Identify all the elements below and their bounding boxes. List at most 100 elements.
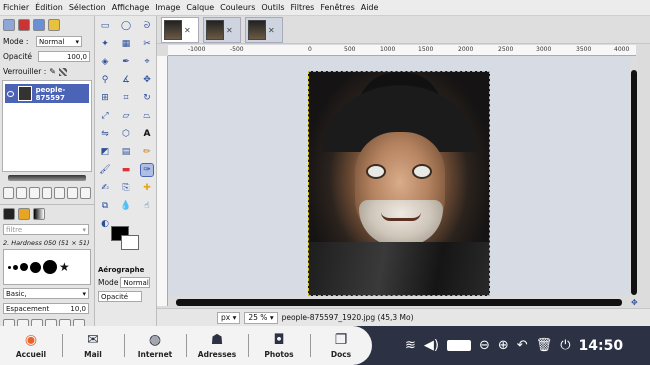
new-layer-icon[interactable] [3, 187, 14, 199]
dock-docs[interactable]: ❐ Docs [310, 326, 372, 365]
lasso-icon[interactable]: ᘐ [141, 20, 153, 32]
lock-pixels-icon[interactable]: ✎ [49, 67, 56, 76]
brush-swatch[interactable] [43, 260, 57, 274]
brush-swatch[interactable] [30, 261, 41, 273]
undo-tab-icon[interactable] [48, 19, 60, 31]
ink-icon[interactable]: ✍ [99, 182, 111, 194]
layer-opacity-field[interactable]: 100,0 [38, 51, 90, 62]
image-tab-1[interactable]: ✕ [161, 17, 199, 43]
select-by-color-icon[interactable]: ▦ [120, 38, 132, 50]
color-picker-icon[interactable]: ⌖ [141, 56, 153, 68]
dodge-icon[interactable]: ◐ [99, 218, 111, 230]
star-brush-icon[interactable]: ★ [59, 260, 70, 274]
background-color[interactable] [121, 235, 139, 250]
heal-icon[interactable]: ✚ [141, 182, 153, 194]
zoom-icon[interactable]: ⚲ [99, 74, 111, 86]
horizontal-ruler[interactable]: -1000 -500 0 500 1000 1500 2000 2500 300… [168, 45, 636, 56]
menu-image[interactable]: Image [155, 3, 180, 12]
zoom-out-icon[interactable]: ⊖ [479, 338, 490, 353]
layer-scrollbar[interactable] [8, 175, 86, 181]
text-tool-icon[interactable]: A [141, 128, 153, 140]
volume-icon[interactable]: ◀) [424, 338, 439, 353]
channels-tab-icon[interactable] [18, 19, 30, 31]
menu-fenetres[interactable]: Fenêtres [320, 3, 354, 12]
perspective-icon[interactable]: ⏢ [141, 110, 153, 122]
foreground-select-icon[interactable]: ◈ [99, 56, 111, 68]
brush-swatch[interactable] [20, 263, 28, 271]
close-icon[interactable]: ✕ [226, 26, 233, 35]
paths-icon[interactable]: ✒ [120, 56, 132, 68]
menu-calque[interactable]: Calque [186, 3, 214, 12]
menu-outils[interactable]: Outils [261, 3, 284, 12]
eraser-icon[interactable]: ▬ [120, 164, 132, 176]
paths-tab-icon[interactable] [33, 19, 45, 31]
power-icon[interactable]: ⏻ [560, 338, 570, 353]
image-canvas[interactable] [308, 71, 490, 296]
wifi-icon[interactable]: ≋ [405, 338, 416, 353]
unit-select[interactable]: px ▾ [217, 311, 241, 324]
lower-layer-icon[interactable] [41, 187, 53, 199]
dock-internet[interactable]: ◍ Internet [124, 326, 186, 365]
dock-photos[interactable]: ◘ Photos [248, 326, 310, 365]
raise-layer-icon[interactable] [28, 187, 40, 199]
fuzzy-select-icon[interactable]: ✦ [99, 38, 111, 50]
duplicate-layer-icon[interactable] [54, 187, 66, 199]
brush-spacing-field[interactable]: Espacement 10,0 [3, 303, 89, 314]
dock-mail[interactable]: ✉ Mail [62, 326, 124, 365]
layer-item[interactable]: people-875597 [5, 84, 89, 103]
airbrush-icon[interactable]: ✑ [140, 163, 154, 177]
ellipse-select-icon[interactable]: ◯ [120, 20, 132, 32]
layer-mode-select[interactable]: Normal ▾ [36, 36, 82, 47]
clone-icon[interactable]: ⎘ [120, 182, 132, 194]
scale-icon[interactable]: ⤢ [99, 110, 111, 122]
menu-fichier[interactable]: Fichier [3, 3, 29, 12]
vertical-ruler[interactable] [157, 56, 168, 306]
tool-mode-select[interactable]: Normal [120, 277, 151, 288]
brush-preset-select[interactable]: Basic, ▾ [3, 288, 89, 299]
image-tab-2[interactable]: ✕ [203, 17, 241, 43]
brushes-tab-icon[interactable] [3, 207, 15, 220]
rotate-icon[interactable]: ↻ [141, 92, 153, 104]
blur-icon[interactable]: 💧 [120, 200, 132, 212]
menu-selection[interactable]: Sélection [69, 3, 106, 12]
shear-icon[interactable]: ▱ [120, 110, 132, 122]
battery-icon[interactable] [446, 340, 471, 351]
horizontal-scrollbar-thumb[interactable] [176, 299, 622, 306]
delete-layer-icon[interactable] [80, 187, 92, 199]
tool-opacity-field[interactable]: Opacité [98, 291, 142, 302]
menu-affichage[interactable]: Affichage [112, 3, 150, 12]
close-icon[interactable]: ✕ [184, 26, 191, 35]
bucket-fill-icon[interactable]: ◩ [99, 146, 111, 158]
vertical-scrollbar-thumb[interactable] [631, 70, 637, 295]
pencil-icon[interactable]: ✏ [141, 146, 153, 158]
menu-edition[interactable]: Édition [35, 3, 63, 12]
dock-accueil[interactable]: ◉ Accueil [0, 326, 62, 365]
close-icon[interactable]: ✕ [268, 26, 275, 35]
anchor-layer-icon[interactable] [67, 187, 79, 199]
menu-couleurs[interactable]: Couleurs [220, 3, 255, 12]
perspective-clone-icon[interactable]: ⧉ [99, 200, 111, 212]
rect-select-icon[interactable]: ▭ [99, 20, 111, 32]
patterns-tab-icon[interactable] [18, 207, 30, 220]
flip-icon[interactable]: ⇋ [99, 128, 111, 140]
crop-icon[interactable]: ⌗ [120, 92, 132, 104]
blend-icon[interactable]: ▤ [120, 146, 132, 158]
brush-swatch[interactable] [8, 265, 11, 269]
measure-icon[interactable]: ∡ [120, 74, 132, 86]
undo-icon[interactable]: ↶ [517, 338, 528, 353]
menu-aide[interactable]: Aide [361, 3, 379, 12]
menu-filtres[interactable]: Filtres [291, 3, 315, 12]
trash-icon[interactable]: 🗑 [536, 338, 553, 353]
zoom-select[interactable]: 25 % ▾ [244, 311, 278, 324]
dock-adresses[interactable]: ☗ Adresses [186, 326, 248, 365]
smudge-icon[interactable]: ☝ [141, 200, 153, 212]
zoom-in-icon[interactable]: ⊕ [498, 338, 509, 353]
image-tab-3[interactable]: ✕ [245, 17, 283, 43]
scissors-icon[interactable]: ✂ [141, 38, 153, 50]
move-icon[interactable]: ✥ [141, 74, 153, 86]
brush-swatch[interactable] [13, 264, 18, 270]
new-group-icon[interactable] [15, 187, 27, 199]
brush-filter-input[interactable]: filtre ▾ [3, 224, 89, 235]
lock-alpha-icon[interactable] [58, 67, 67, 76]
visibility-eye-icon[interactable] [7, 90, 15, 97]
